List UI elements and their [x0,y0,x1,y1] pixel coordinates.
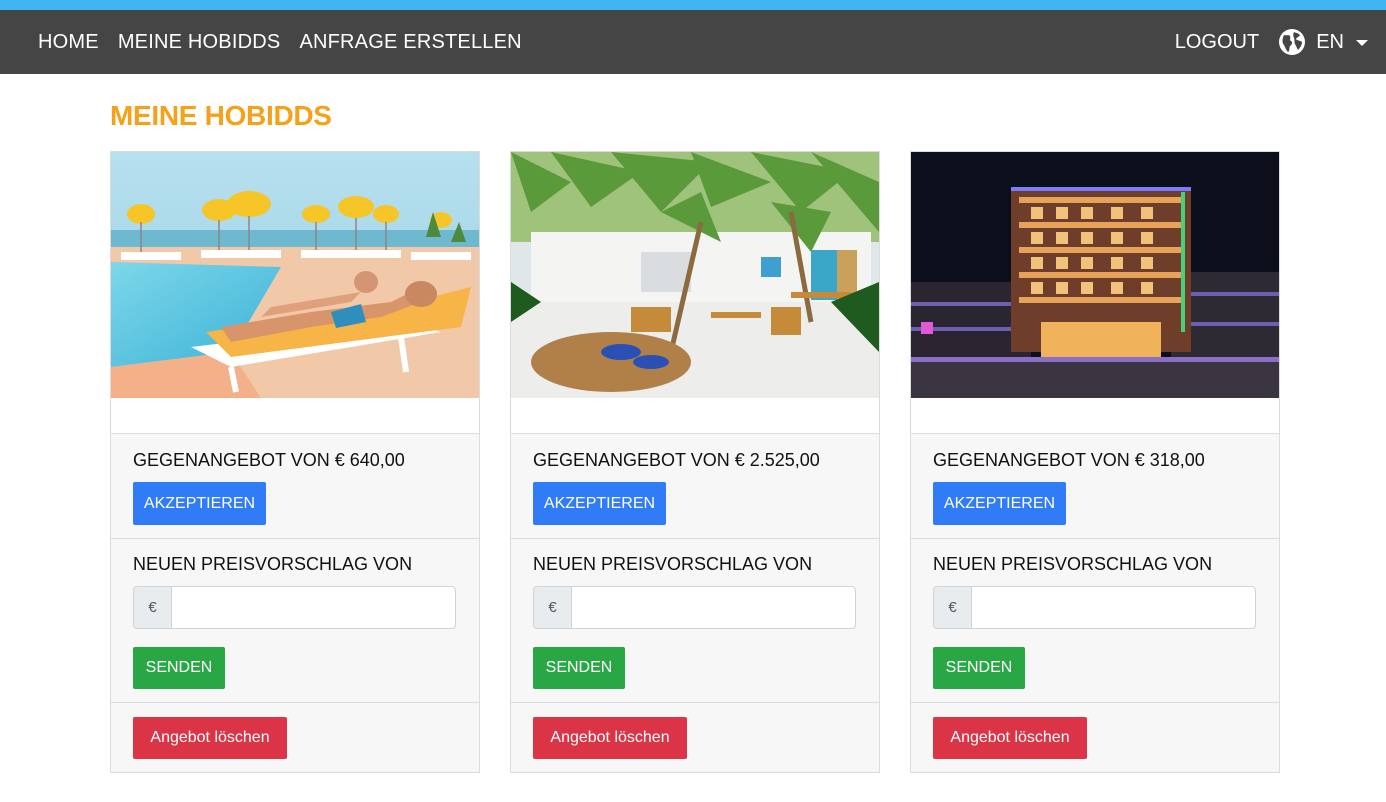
page-title: MEINE HOBIDDS [110,100,332,131]
delete-section: Angebot löschen [511,703,879,759]
price-input[interactable] [971,586,1256,629]
propose-section: NEUEN PREISVORSCHLAG VON € SENDEN [511,539,879,703]
nav-home[interactable]: HOME [38,31,99,54]
language-dropdown[interactable]: EN [1278,28,1368,56]
counter-offer-label: GEGENANGEBOT VON € 2.525,00 [533,450,820,470]
nav-meine-hobidds[interactable]: MEINE HOBIDDS [118,31,281,54]
offer-card: GEGENANGEBOT VON € 318,00 AKZEPTIEREN NE… [910,151,1280,773]
hotel-night-photo [911,152,1279,398]
price-input-group: € [933,586,1256,629]
delete-offer-button[interactable]: Angebot löschen [133,717,287,759]
caret-down-icon [1356,40,1368,46]
propose-label: NEUEN PREISVORSCHLAG VON [933,554,1213,574]
offer-card: GEGENANGEBOT VON € 640,00 AKZEPTIEREN NE… [110,151,480,773]
palm-courtyard-photo [511,152,879,398]
nav-links: HOME MEINE HOBIDDS ANFRAGE ERSTELLEN [38,10,541,74]
price-input-group: € [533,586,856,629]
propose-section: NEUEN PREISVORSCHLAG VON € SENDEN [111,539,479,703]
globe-icon [1279,29,1306,55]
delete-offer-button[interactable]: Angebot löschen [933,717,1087,759]
top-accent-bar [0,0,1386,10]
accept-button[interactable]: AKZEPTIEREN [533,482,666,525]
accept-button[interactable]: AKZEPTIEREN [933,482,1066,525]
delete-section: Angebot löschen [911,703,1279,759]
currency-prefix: € [933,586,971,629]
counter-offer-section: GEGENANGEBOT VON € 318,00 AKZEPTIEREN [911,434,1279,539]
accept-button[interactable]: AKZEPTIEREN [133,482,266,525]
price-input[interactable] [171,586,456,629]
send-button[interactable]: SENDEN [933,647,1025,689]
counter-offer-section: GEGENANGEBOT VON € 640,00 AKZEPTIEREN [111,434,479,539]
navbar: HOME MEINE HOBIDDS ANFRAGE ERSTELLEN LOG… [0,10,1386,74]
card-spacer [111,398,479,434]
logout-link[interactable]: LOGOUT [1175,31,1259,54]
propose-label: NEUEN PREISVORSCHLAG VON [533,554,813,574]
card-spacer [911,398,1279,434]
send-button[interactable]: SENDEN [133,647,225,689]
price-input-group: € [133,586,456,629]
card-spacer [511,398,879,434]
price-input[interactable] [571,586,856,629]
currency-prefix: € [533,586,571,629]
nav-anfrage-erstellen[interactable]: ANFRAGE ERSTELLEN [299,31,521,54]
offer-card: GEGENANGEBOT VON € 2.525,00 AKZEPTIEREN … [510,151,880,773]
delete-section: Angebot löschen [111,703,479,759]
propose-section: NEUEN PREISVORSCHLAG VON € SENDEN [911,539,1279,703]
currency-prefix: € [133,586,171,629]
language-label: EN [1316,30,1344,53]
pool-beach-resort-photo [111,152,479,398]
nav-right: LOGOUT EN [1175,10,1368,74]
send-button[interactable]: SENDEN [533,647,625,689]
counter-offer-section: GEGENANGEBOT VON € 2.525,00 AKZEPTIEREN [511,434,879,539]
propose-label: NEUEN PREISVORSCHLAG VON [133,554,413,574]
counter-offer-label: GEGENANGEBOT VON € 640,00 [133,450,405,470]
counter-offer-label: GEGENANGEBOT VON € 318,00 [933,450,1205,470]
delete-offer-button[interactable]: Angebot löschen [533,717,687,759]
